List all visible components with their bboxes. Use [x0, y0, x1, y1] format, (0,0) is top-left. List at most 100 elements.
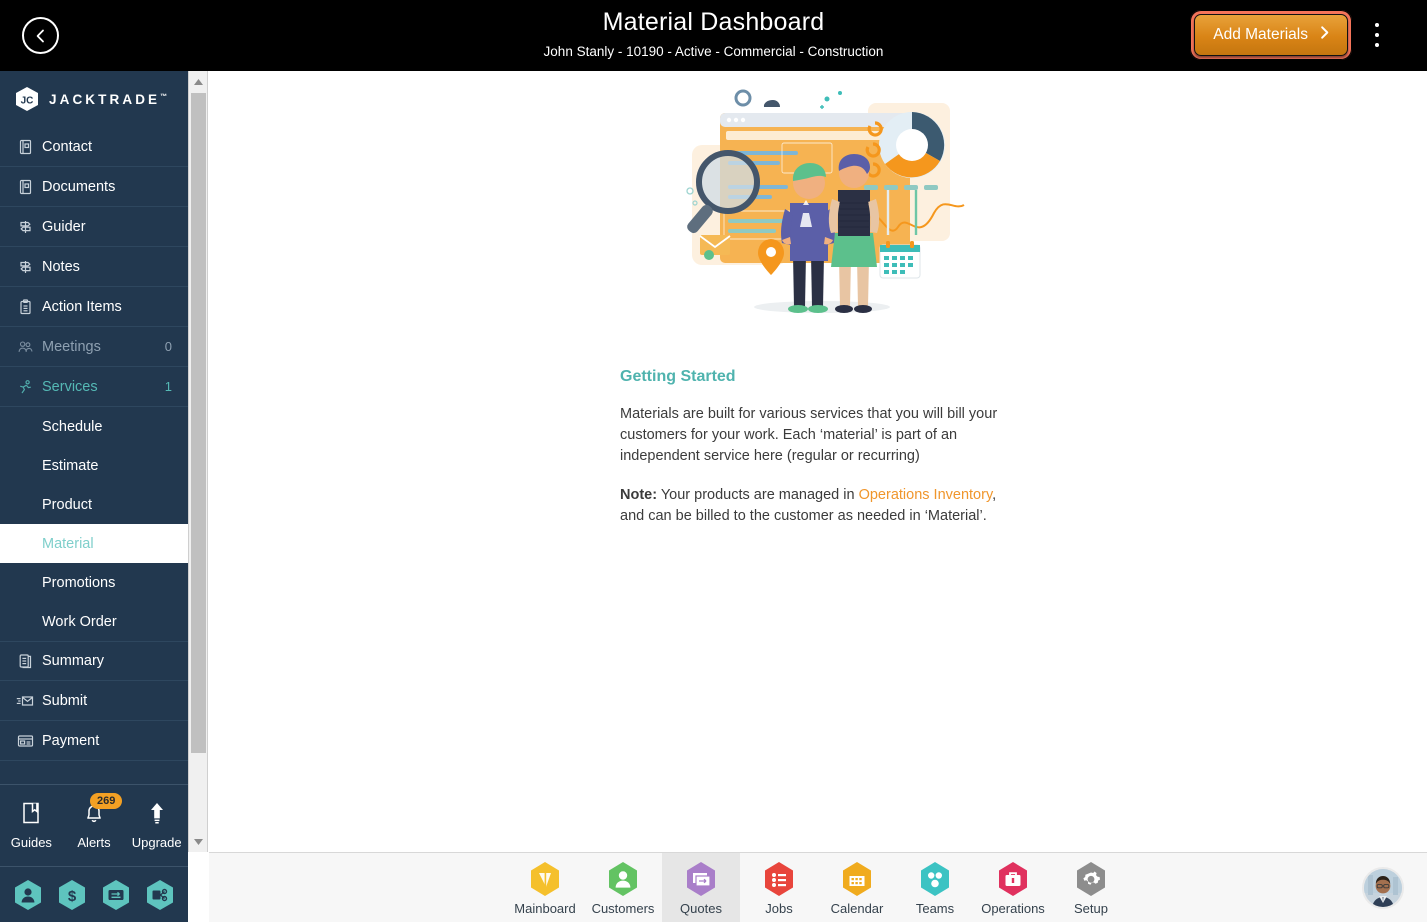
sidebar-hex-shortcuts: $: [0, 866, 188, 922]
bottom-nav-setup[interactable]: Setup: [1052, 853, 1130, 922]
brand-logo[interactable]: JC JACKTRADE™: [0, 71, 188, 127]
payment-card-icon: [8, 734, 42, 748]
quick-action-upgrade[interactable]: Upgrade: [125, 801, 188, 850]
sidebar-subitem-label: Work Order: [42, 613, 117, 630]
bottom-nav-mainboard[interactable]: Mainboard: [506, 853, 584, 922]
services-icon: [8, 379, 42, 395]
sidebar-item-payment[interactable]: Payment: [0, 721, 188, 761]
sidebar-subitem-schedule[interactable]: Schedule: [0, 407, 188, 446]
sidebar-item-label: Summary: [42, 653, 105, 669]
customers-hex-icon: [609, 861, 637, 896]
scroll-down-arrow-button[interactable]: [189, 833, 207, 850]
sidebar-item-label: Guider: [42, 218, 86, 235]
svg-text:JC: JC: [21, 96, 34, 107]
operations-inventory-link[interactable]: Operations Inventory: [859, 487, 993, 503]
kebab-dot: [1375, 23, 1379, 27]
brand-name: JACKTRADE™: [49, 91, 168, 107]
sidebar-item-summary[interactable]: Summary: [0, 641, 188, 681]
dashboard-people-illustration: [672, 85, 972, 325]
quick-action-label: Guides: [10, 835, 52, 850]
sidebar-item-label: Contact: [42, 138, 92, 155]
top-header-bar: Material Dashboard John Stanly - 10190 -…: [0, 0, 1427, 71]
alerts-badge: 269: [90, 793, 123, 809]
sidebar-subitem-product[interactable]: Product: [0, 485, 188, 524]
sidebar-scrollbar[interactable]: [188, 71, 208, 852]
bottom-nav-label: Customers: [591, 900, 655, 916]
sidebar-nav-list: Contact Documents Guider Notes Action It…: [0, 127, 188, 784]
notes-signpost-icon: [8, 259, 42, 275]
meetings-icon: [8, 339, 42, 355]
sidebar-quick-actions: Guides 269 Alerts Upgrade: [0, 784, 188, 866]
contact-book-icon: [8, 139, 42, 155]
bottom-nav-label: Teams: [915, 900, 955, 916]
quick-action-alerts[interactable]: 269 Alerts: [63, 793, 126, 850]
dollar-hex-icon[interactable]: $: [55, 878, 89, 912]
bottom-nav-label: Operations: [981, 900, 1045, 916]
add-materials-highlight-ring: Add Materials: [1190, 10, 1352, 60]
payment-hex-icon[interactable]: [99, 878, 133, 912]
bottom-nav-calendar[interactable]: Calendar: [818, 853, 896, 922]
sidebar-item-label: Payment: [42, 732, 100, 749]
sidebar-item-action-items[interactable]: Action Items: [0, 287, 188, 327]
teams-hex-icon: [921, 861, 949, 896]
sidebar-item-contact[interactable]: Contact: [0, 127, 188, 167]
sidebar-subitem-promotions[interactable]: Promotions: [0, 563, 188, 602]
book-icon: [20, 801, 42, 830]
add-materials-button[interactable]: Add Materials: [1194, 14, 1348, 56]
bottom-nav-operations[interactable]: Operations: [974, 853, 1052, 922]
summary-icon: [8, 653, 42, 669]
clipboard-icon: [8, 298, 42, 315]
bottom-navigation-bar: Mainboard Customers Quotes Jobs Calendar…: [209, 852, 1427, 922]
scrollbar-thumb[interactable]: [191, 93, 206, 753]
bottom-nav-label: Calendar: [830, 900, 884, 916]
sidebar-item-documents[interactable]: Documents: [0, 167, 188, 207]
sidebar-item-guider[interactable]: Guider: [0, 207, 188, 247]
submit-mail-icon: [8, 694, 42, 708]
quick-action-label: Upgrade: [131, 835, 182, 850]
user-avatar[interactable]: [1362, 867, 1404, 909]
left-sidebar: JC JACKTRADE™ Contact Documents Guider N…: [0, 71, 188, 922]
guidepost-icon: [8, 219, 42, 235]
mainboard-hex-icon: [531, 861, 559, 896]
setup-hex-icon: [1077, 861, 1105, 896]
bottom-nav-teams[interactable]: Teams: [896, 853, 974, 922]
sidebar-item-submit[interactable]: Submit: [0, 681, 188, 721]
app-root: Material Dashboard John Stanly - 10190 -…: [0, 0, 1427, 922]
sidebar-subitem-label: Material: [42, 535, 94, 552]
network-hex-icon[interactable]: [143, 878, 177, 912]
sidebar-item-notes[interactable]: Notes: [0, 247, 188, 287]
sidebar-item-label: Documents: [42, 178, 116, 195]
sidebar-item-meetings[interactable]: Meetings 0: [0, 327, 188, 367]
bottom-nav-jobs[interactable]: Jobs: [740, 853, 818, 922]
quick-action-guides[interactable]: Guides: [0, 801, 63, 850]
bottom-nav-label: Mainboard: [514, 900, 576, 916]
kebab-dot: [1375, 33, 1379, 37]
calendar-hex-icon: [843, 861, 871, 896]
add-materials-label: Add Materials: [1213, 26, 1308, 43]
getting-started-title: Getting Started: [620, 368, 736, 385]
sidebar-subitem-work-order[interactable]: Work Order: [0, 602, 188, 641]
person-hex-icon[interactable]: [11, 878, 45, 912]
svg-text:$: $: [68, 888, 77, 905]
operations-hex-icon: [999, 861, 1027, 896]
sidebar-subitem-label: Product: [42, 496, 92, 513]
bottom-nav-label: Quotes: [680, 900, 722, 916]
getting-started-note: Note: Your products are managed in Opera…: [620, 485, 1020, 527]
sidebar-item-label: Notes: [42, 258, 80, 275]
sidebar-item-count: 0: [164, 339, 172, 354]
bottom-nav-customers[interactable]: Customers: [584, 853, 662, 922]
jacktrade-hex-logo-icon: JC: [14, 86, 40, 112]
sidebar-subitem-estimate[interactable]: Estimate: [0, 446, 188, 485]
sidebar-item-services[interactable]: Services 1: [0, 367, 188, 407]
bottom-nav-quotes[interactable]: Quotes: [662, 852, 740, 922]
kebab-dot: [1375, 43, 1379, 47]
scroll-up-arrow-button[interactable]: [189, 73, 207, 90]
sidebar-item-label: Submit: [42, 692, 88, 709]
sidebar-subitem-material[interactable]: Material: [0, 524, 188, 563]
sidebar-subitem-label: Schedule: [42, 418, 103, 435]
main-content: Getting Started Materials are built for …: [209, 71, 1427, 852]
chevron-right-icon: [1317, 25, 1332, 45]
header-overflow-menu-button[interactable]: [1365, 20, 1389, 50]
back-button[interactable]: [22, 17, 59, 54]
sidebar-item-label: Services: [42, 378, 98, 395]
